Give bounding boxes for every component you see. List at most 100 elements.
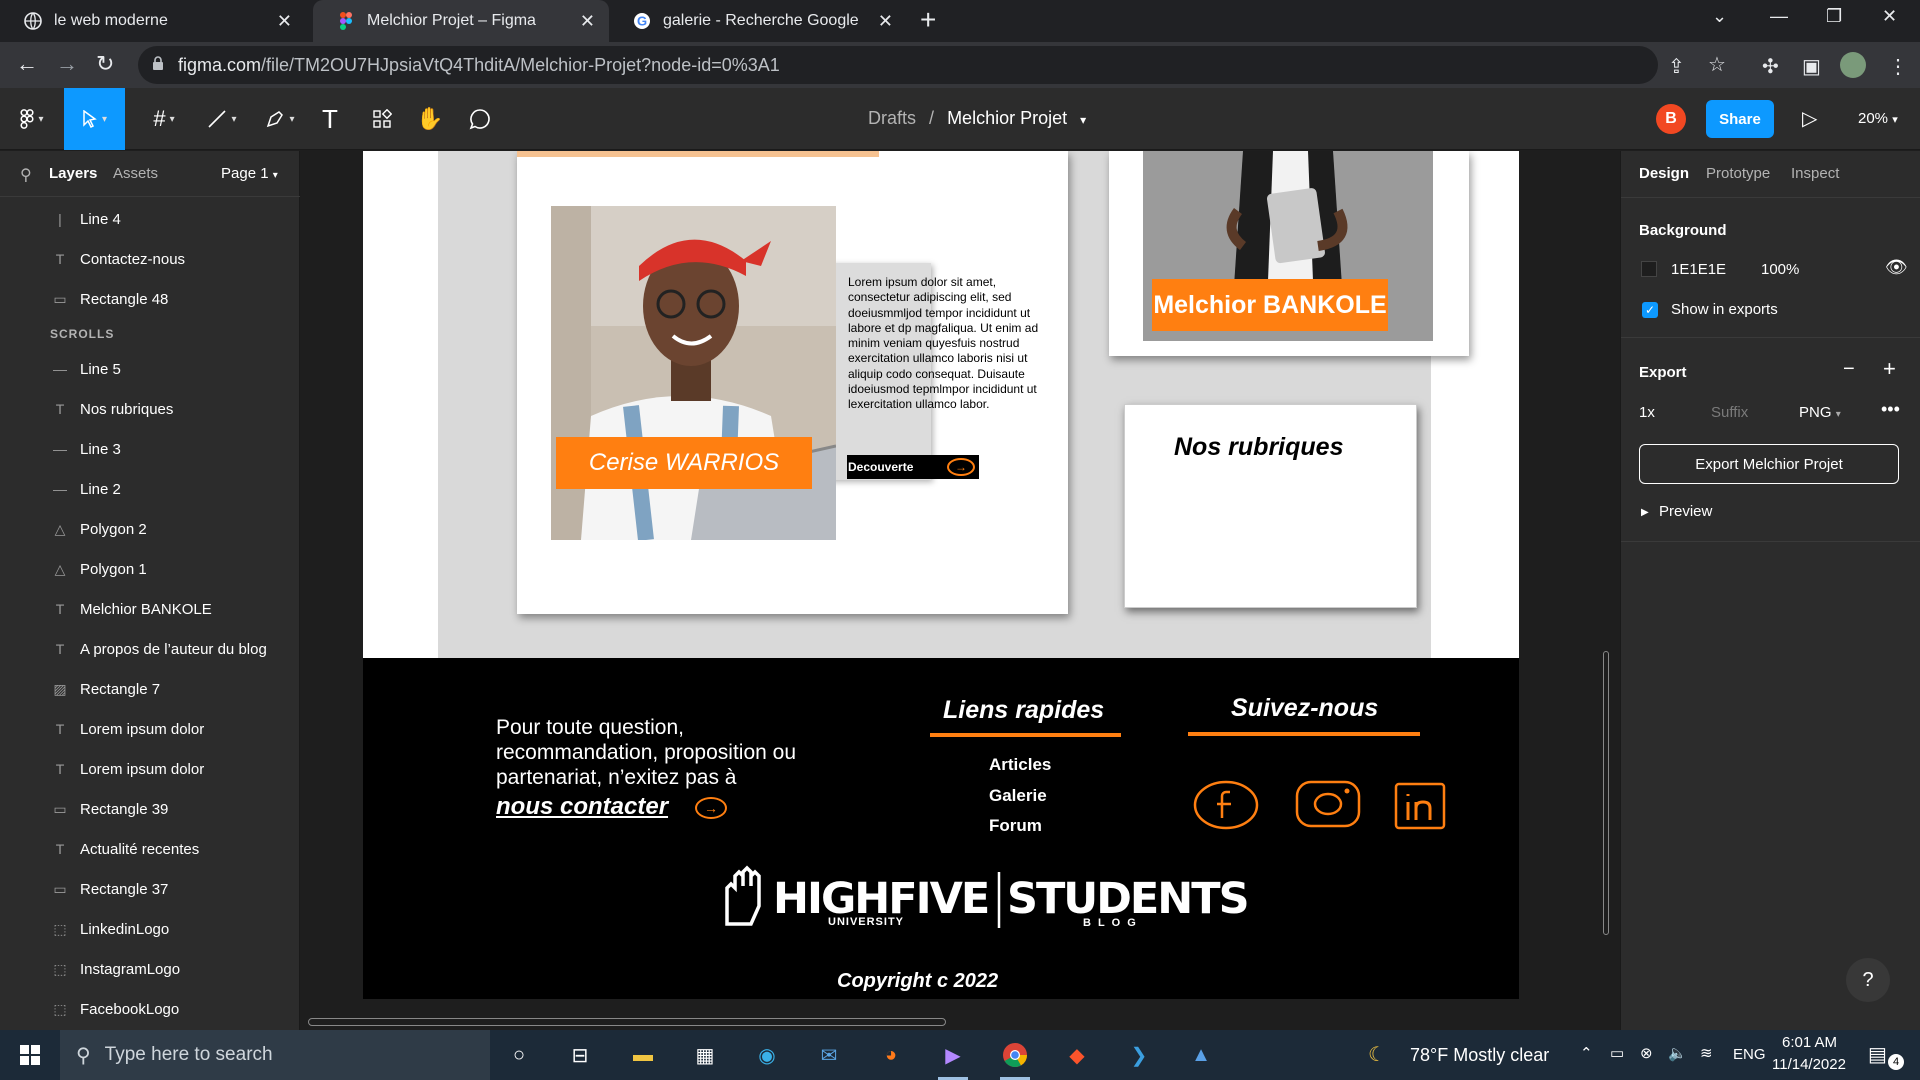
layer-row[interactable]: △ Polygon 2 xyxy=(0,509,300,549)
layer-row[interactable]: ▭ Rectangle 48 xyxy=(0,279,300,319)
address-bar[interactable]: figma.com/file/TM2OU7HJpsiaVtQ4ThditA/Me… xyxy=(138,46,1726,84)
more-horizontal-icon[interactable]: ••• xyxy=(1881,399,1900,420)
restore-icon[interactable]: ❐ xyxy=(1826,6,1842,27)
chevron-down-icon[interactable]: ▾ xyxy=(1080,113,1086,127)
decouverte-button[interactable]: Decouverte → xyxy=(847,455,979,479)
edge-icon[interactable]: ◉ xyxy=(752,1040,782,1070)
task-view-icon[interactable]: ○ xyxy=(504,1040,534,1070)
photos-icon[interactable]: ▲ xyxy=(1186,1040,1216,1070)
lorem-ipsum-text[interactable]: Lorem ipsum dolor sit amet, consectetur … xyxy=(848,275,1043,413)
instagram-icon[interactable] xyxy=(1295,780,1361,828)
layer-row[interactable]: T Nos rubriques xyxy=(0,389,300,429)
more-vertical-icon[interactable]: ⋮ xyxy=(1888,54,1908,79)
tab-search-chevron-icon[interactable]: ⌄ xyxy=(1712,6,1727,27)
export-scale-select[interactable]: 1x xyxy=(1639,404,1655,421)
layer-row[interactable]: | Line 4 xyxy=(0,199,300,239)
link-articles[interactable]: Articles xyxy=(989,755,1051,775)
design-frame[interactable]: Cerise WARRIOS Lorem ipsum dolor sit ame… xyxy=(363,151,1519,999)
breadcrumb-drafts[interactable]: Drafts xyxy=(868,108,916,128)
close-icon[interactable]: ✕ xyxy=(580,11,595,32)
cerise-photo[interactable] xyxy=(551,206,836,540)
footer[interactable]: Pour toute question, recommandation, pro… xyxy=(363,658,1519,999)
layer-row[interactable]: △ Polygon 1 xyxy=(0,549,300,589)
taskbar-search-box[interactable]: ⚲ Type here to search xyxy=(60,1030,490,1080)
search-icon[interactable]: ⚲ xyxy=(20,165,32,185)
remove-export-icon[interactable]: − xyxy=(1843,358,1855,381)
forward-arrow-icon[interactable]: → xyxy=(56,51,78,77)
browser-tab-le-web-moderne[interactable]: le web moderne ✕ xyxy=(0,0,306,42)
arrow-right-icon[interactable]: → xyxy=(695,797,727,819)
zoom-dropdown[interactable]: 20% ▾ xyxy=(1858,110,1898,127)
layer-row[interactable]: T Lorem ipsum dolor xyxy=(0,709,300,749)
clock-date[interactable]: 11/14/2022 xyxy=(1772,1056,1846,1073)
linkedin-icon[interactable] xyxy=(1394,782,1446,830)
melchior-name-badge[interactable]: Melchior BANKOLE xyxy=(1152,279,1388,331)
extensions-puzzle-icon[interactable]: ✣ xyxy=(1762,54,1779,79)
text-tool[interactable]: T xyxy=(302,88,358,150)
windows-start-icon[interactable] xyxy=(15,1040,45,1070)
background-hex-input[interactable]: 1E1E1E xyxy=(1671,261,1726,278)
move-tool[interactable]: ▾ xyxy=(64,88,125,150)
weather-text[interactable]: 78°F Mostly clear xyxy=(1410,1045,1549,1066)
export-format-select[interactable]: PNG ▾ xyxy=(1799,404,1841,421)
frame-tool[interactable]: # ▾ xyxy=(136,88,192,150)
browser-tab-google[interactable]: G galerie - Recherche Google ✕ xyxy=(609,0,907,42)
volume-icon[interactable]: 🔈 xyxy=(1668,1044,1687,1062)
tab-layers[interactable]: Layers xyxy=(49,165,97,182)
layer-row[interactable]: T Lorem ipsum dolor xyxy=(0,749,300,789)
vscode-icon[interactable]: ❯ xyxy=(1124,1040,1154,1070)
layer-row[interactable]: T Contactez-nous xyxy=(0,239,300,279)
bookmark-star-icon[interactable]: ☆ xyxy=(1708,52,1726,77)
background-opacity-input[interactable]: 100% xyxy=(1761,261,1799,278)
browser-tab-figma[interactable]: Melchior Projet – Figma ✕ xyxy=(313,0,609,42)
tray-chevron-up-icon[interactable]: ⌃ xyxy=(1580,1044,1593,1062)
background-color-swatch[interactable] xyxy=(1641,261,1657,277)
main-menu-icon[interactable]: ▾ xyxy=(4,88,60,150)
tab-assets[interactable]: Assets xyxy=(113,165,158,182)
checkbox-checked-icon[interactable]: ✓ xyxy=(1642,302,1658,318)
pen-tool[interactable]: ▾ xyxy=(252,88,308,150)
layer-section-scrolls[interactable]: SCROLLS xyxy=(50,327,114,341)
share-page-icon[interactable]: ⇪ xyxy=(1668,54,1685,79)
contact-link[interactable]: nous contacter xyxy=(496,793,668,821)
layer-row[interactable]: ⬚ LinkedinLogo xyxy=(0,909,300,949)
share-button[interactable]: Share xyxy=(1706,100,1774,138)
close-icon[interactable]: ✕ xyxy=(878,11,893,32)
firefox-icon[interactable]: ◕ xyxy=(876,1040,906,1070)
layer-row[interactable]: ⬚ FacebookLogo xyxy=(0,989,300,1029)
help-button[interactable]: ? xyxy=(1846,958,1890,1002)
layer-row[interactable]: — Line 5 xyxy=(0,349,300,389)
layer-row[interactable]: T Melchior BANKOLE xyxy=(0,589,300,629)
figma-canvas[interactable]: Cerise WARRIOS Lorem ipsum dolor sit ame… xyxy=(301,151,1620,1030)
layer-row[interactable]: T A propos de l’auteur du blog xyxy=(0,629,300,669)
layer-row[interactable]: — Line 3 xyxy=(0,429,300,469)
close-icon[interactable]: ✕ xyxy=(277,11,292,32)
hand-tool[interactable]: ✋ xyxy=(402,88,458,150)
export-button[interactable]: Export Melchior Projet xyxy=(1639,444,1899,484)
cerise-name-badge[interactable]: Cerise WARRIOS xyxy=(556,437,812,489)
reload-icon[interactable]: ↻ xyxy=(96,51,114,77)
add-export-icon[interactable]: + xyxy=(1883,356,1896,382)
export-suffix-input[interactable]: Suffix xyxy=(1711,404,1748,421)
battery-icon[interactable]: ▭ xyxy=(1610,1044,1624,1062)
side-panel-icon[interactable]: ▣ xyxy=(1802,54,1821,79)
mail-icon[interactable]: ✉ xyxy=(814,1040,844,1070)
brave-icon[interactable]: ◆ xyxy=(1062,1040,1092,1070)
layer-row[interactable]: ▭ Rectangle 39 xyxy=(0,789,300,829)
clock-time[interactable]: 6:01 AM xyxy=(1782,1034,1837,1051)
minimize-icon[interactable]: — xyxy=(1770,6,1788,27)
line-tool[interactable]: ▾ xyxy=(194,88,250,150)
page-selector[interactable]: Page 1 ▾ xyxy=(221,165,278,182)
layer-row[interactable]: ⬚ InstagramLogo xyxy=(0,949,300,989)
new-tab-plus-icon[interactable]: + xyxy=(920,4,936,36)
tab-prototype[interactable]: Prototype xyxy=(1706,165,1770,182)
canvas-horizontal-scrollbar[interactable] xyxy=(308,1018,946,1026)
show-in-exports-label[interactable]: Show in exports xyxy=(1671,301,1778,318)
link-galerie[interactable]: Galerie xyxy=(989,786,1047,806)
caret-right-icon[interactable]: ▶ xyxy=(1641,507,1649,518)
weather-moon-icon[interactable]: ☾ xyxy=(1368,1042,1386,1067)
layer-row[interactable]: ▭ Rectangle 37 xyxy=(0,869,300,909)
file-explorer-icon[interactable]: ▬ xyxy=(628,1040,658,1070)
present-play-icon[interactable]: ▷ xyxy=(1802,106,1817,131)
link-forum[interactable]: Forum xyxy=(989,816,1042,836)
